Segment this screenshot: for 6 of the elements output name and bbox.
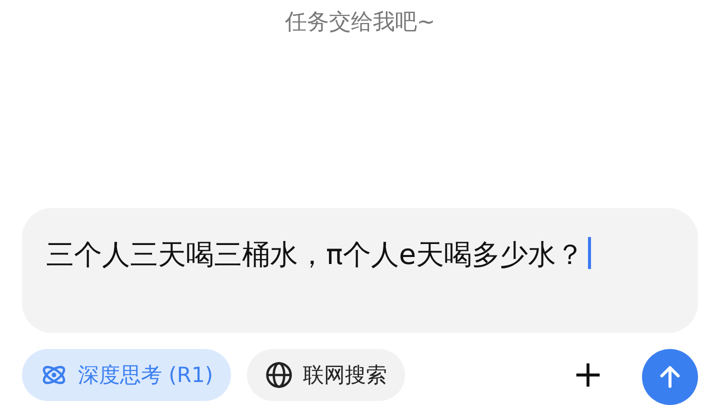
subtitle: 任务交给我吧~ xyxy=(284,9,436,37)
input-field[interactable]: 三个人三天喝三桶水，π个人e天喝多少水？ xyxy=(22,208,698,333)
globe-icon xyxy=(265,361,294,389)
text-cursor xyxy=(588,236,592,269)
toggle-button[interactable]: 联网搜索 xyxy=(247,349,406,401)
add-icon[interactable] xyxy=(574,361,602,389)
